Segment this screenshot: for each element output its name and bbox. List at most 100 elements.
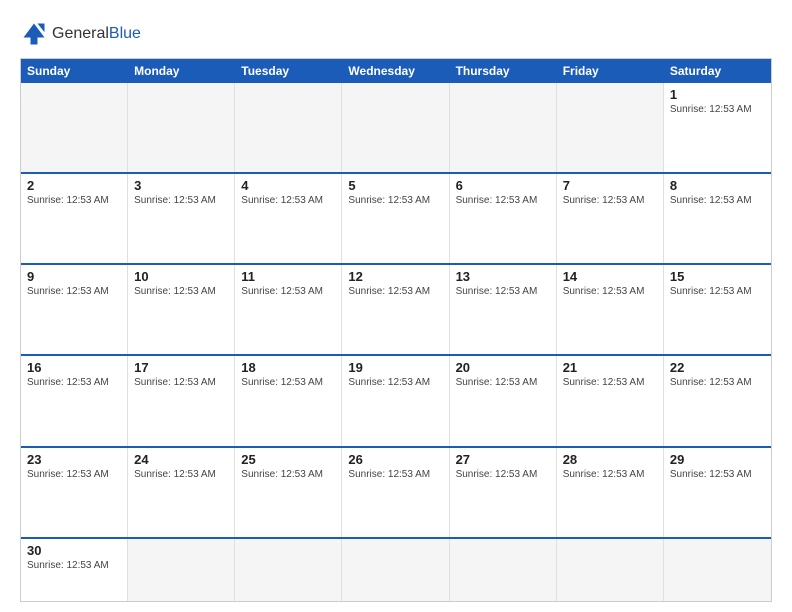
day-cell [342, 83, 449, 172]
day-cell: 1 Sunrise: 12:53 AM [664, 83, 771, 172]
day-number: 13 [456, 269, 550, 284]
day-cell [128, 539, 235, 601]
sunrise-info: Sunrise: 12:53 AM [241, 195, 335, 206]
sunrise-info: Sunrise: 12:53 AM [348, 195, 442, 206]
day-cell [235, 539, 342, 601]
sunrise-info: Sunrise: 12:53 AM [348, 469, 442, 480]
sunrise-info: Sunrise: 12:53 AM [27, 377, 121, 388]
sunrise-info: Sunrise: 12:53 AM [456, 469, 550, 480]
logo-icon [20, 20, 48, 48]
logo: GeneralBlue [20, 20, 141, 48]
day-cell: 29Sunrise: 12:53 AM [664, 448, 771, 537]
day-cell: 16Sunrise: 12:53 AM [21, 356, 128, 445]
week-row-2: 2Sunrise: 12:53 AM3Sunrise: 12:53 AM4Sun… [21, 172, 771, 263]
day-number: 19 [348, 360, 442, 375]
day-cell: 20 Sunrise: 12:53 AM [450, 356, 557, 445]
day-number: 26 [348, 452, 442, 467]
day-cell: 17Sunrise: 12:53 AM [128, 356, 235, 445]
sunrise-info: Sunrise: 12:53 AM [456, 286, 550, 297]
day-header-thursday: Thursday [450, 59, 557, 83]
day-header-wednesday: Wednesday [342, 59, 449, 83]
day-number: 27 [456, 452, 550, 467]
day-cell: 28 Sunrise: 12:53 AM [557, 448, 664, 537]
sunrise-info: Sunrise: 12:53 AM [563, 377, 657, 388]
sunrise-info: Sunrise: 12:53 AM [456, 377, 550, 388]
day-number: 20 [456, 360, 550, 375]
day-number: 30 [27, 543, 121, 558]
day-cell: 21 Sunrise: 12:53 AM [557, 356, 664, 445]
header: GeneralBlue [20, 20, 772, 48]
sunrise-info: Sunrise: 12:53 AM [134, 469, 228, 480]
day-number: 8 [670, 178, 765, 193]
sunrise-info: Sunrise: 12:53 AM [241, 377, 335, 388]
sunrise-info: Sunrise: 12:53 AM [670, 286, 765, 297]
day-cell: 9Sunrise: 12:53 AM [21, 265, 128, 354]
day-cell: 3Sunrise: 12:53 AM [128, 174, 235, 263]
week-row-6: 30 Sunrise: 12:53 AM [21, 537, 771, 601]
day-cell: 6Sunrise: 12:53 AM [450, 174, 557, 263]
day-cell: 11 Sunrise: 12:53 AM [235, 265, 342, 354]
sunrise-info: Sunrise: 12:53 AM [134, 377, 228, 388]
day-number: 12 [348, 269, 442, 284]
day-cell: 27 Sunrise: 12:53 AM [450, 448, 557, 537]
day-cell: 5 Sunrise: 12:53 AM [342, 174, 449, 263]
day-cell: 13 Sunrise: 12:53 AM [450, 265, 557, 354]
sunrise-info: Sunrise: 12:53 AM [241, 286, 335, 297]
sunrise-info: Sunrise: 12:53 AM [27, 560, 121, 571]
day-number: 23 [27, 452, 121, 467]
day-cell [342, 539, 449, 601]
day-cell: 26 Sunrise: 12:53 AM [342, 448, 449, 537]
day-cell: 22 Sunrise: 12:53 AM [664, 356, 771, 445]
day-cell: 14Sunrise: 12:53 AM [557, 265, 664, 354]
day-cell: 15 Sunrise: 12:53 AM [664, 265, 771, 354]
day-number: 15 [670, 269, 765, 284]
day-number: 4 [241, 178, 335, 193]
day-number: 11 [241, 269, 335, 284]
sunrise-info: Sunrise: 12:53 AM [670, 104, 765, 115]
day-cell [128, 83, 235, 172]
day-header-sunday: Sunday [21, 59, 128, 83]
day-headers: SundayMondayTuesdayWednesdayThursdayFrid… [21, 59, 771, 83]
week-row-1: 1 Sunrise: 12:53 AM [21, 83, 771, 172]
day-cell: 18Sunrise: 12:53 AM [235, 356, 342, 445]
day-cell [450, 83, 557, 172]
sunrise-info: Sunrise: 12:53 AM [27, 469, 121, 480]
sunrise-info: Sunrise: 12:53 AM [563, 195, 657, 206]
day-header-tuesday: Tuesday [235, 59, 342, 83]
day-number: 25 [241, 452, 335, 467]
sunrise-info: Sunrise: 12:53 AM [563, 286, 657, 297]
day-number: 7 [563, 178, 657, 193]
day-cell: 19Sunrise: 12:53 AM [342, 356, 449, 445]
calendar: SundayMondayTuesdayWednesdayThursdayFrid… [20, 58, 772, 602]
day-number: 5 [348, 178, 442, 193]
day-cell: 8 Sunrise: 12:53 AM [664, 174, 771, 263]
sunrise-info: Sunrise: 12:53 AM [348, 286, 442, 297]
day-cell: 23 Sunrise: 12:53 AM [21, 448, 128, 537]
day-number: 3 [134, 178, 228, 193]
day-cell: 25Sunrise: 12:53 AM [235, 448, 342, 537]
week-row-4: 16Sunrise: 12:53 AM17Sunrise: 12:53 AM18… [21, 354, 771, 445]
sunrise-info: Sunrise: 12:53 AM [456, 195, 550, 206]
day-cell: 4 Sunrise: 12:53 AM [235, 174, 342, 263]
day-number: 2 [27, 178, 121, 193]
day-cell [664, 539, 771, 601]
day-number: 21 [563, 360, 657, 375]
day-cell: 2 Sunrise: 12:53 AM [21, 174, 128, 263]
day-cell: 12 Sunrise: 12:53 AM [342, 265, 449, 354]
sunrise-info: Sunrise: 12:53 AM [563, 469, 657, 480]
day-number: 28 [563, 452, 657, 467]
sunrise-info: Sunrise: 12:53 AM [27, 286, 121, 297]
sunrise-info: Sunrise: 12:53 AM [27, 195, 121, 206]
day-header-friday: Friday [557, 59, 664, 83]
sunrise-info: Sunrise: 12:53 AM [670, 469, 765, 480]
sunrise-info: Sunrise: 12:53 AM [134, 286, 228, 297]
day-cell: 30 Sunrise: 12:53 AM [21, 539, 128, 601]
day-header-monday: Monday [128, 59, 235, 83]
weeks: 1Sunrise: 12:53 AM2Sunrise: 12:53 AM3Sun… [21, 83, 771, 601]
sunrise-info: Sunrise: 12:53 AM [670, 377, 765, 388]
day-number: 22 [670, 360, 765, 375]
day-cell [450, 539, 557, 601]
day-number: 1 [670, 87, 765, 102]
sunrise-info: Sunrise: 12:53 AM [670, 195, 765, 206]
day-cell: 24Sunrise: 12:53 AM [128, 448, 235, 537]
